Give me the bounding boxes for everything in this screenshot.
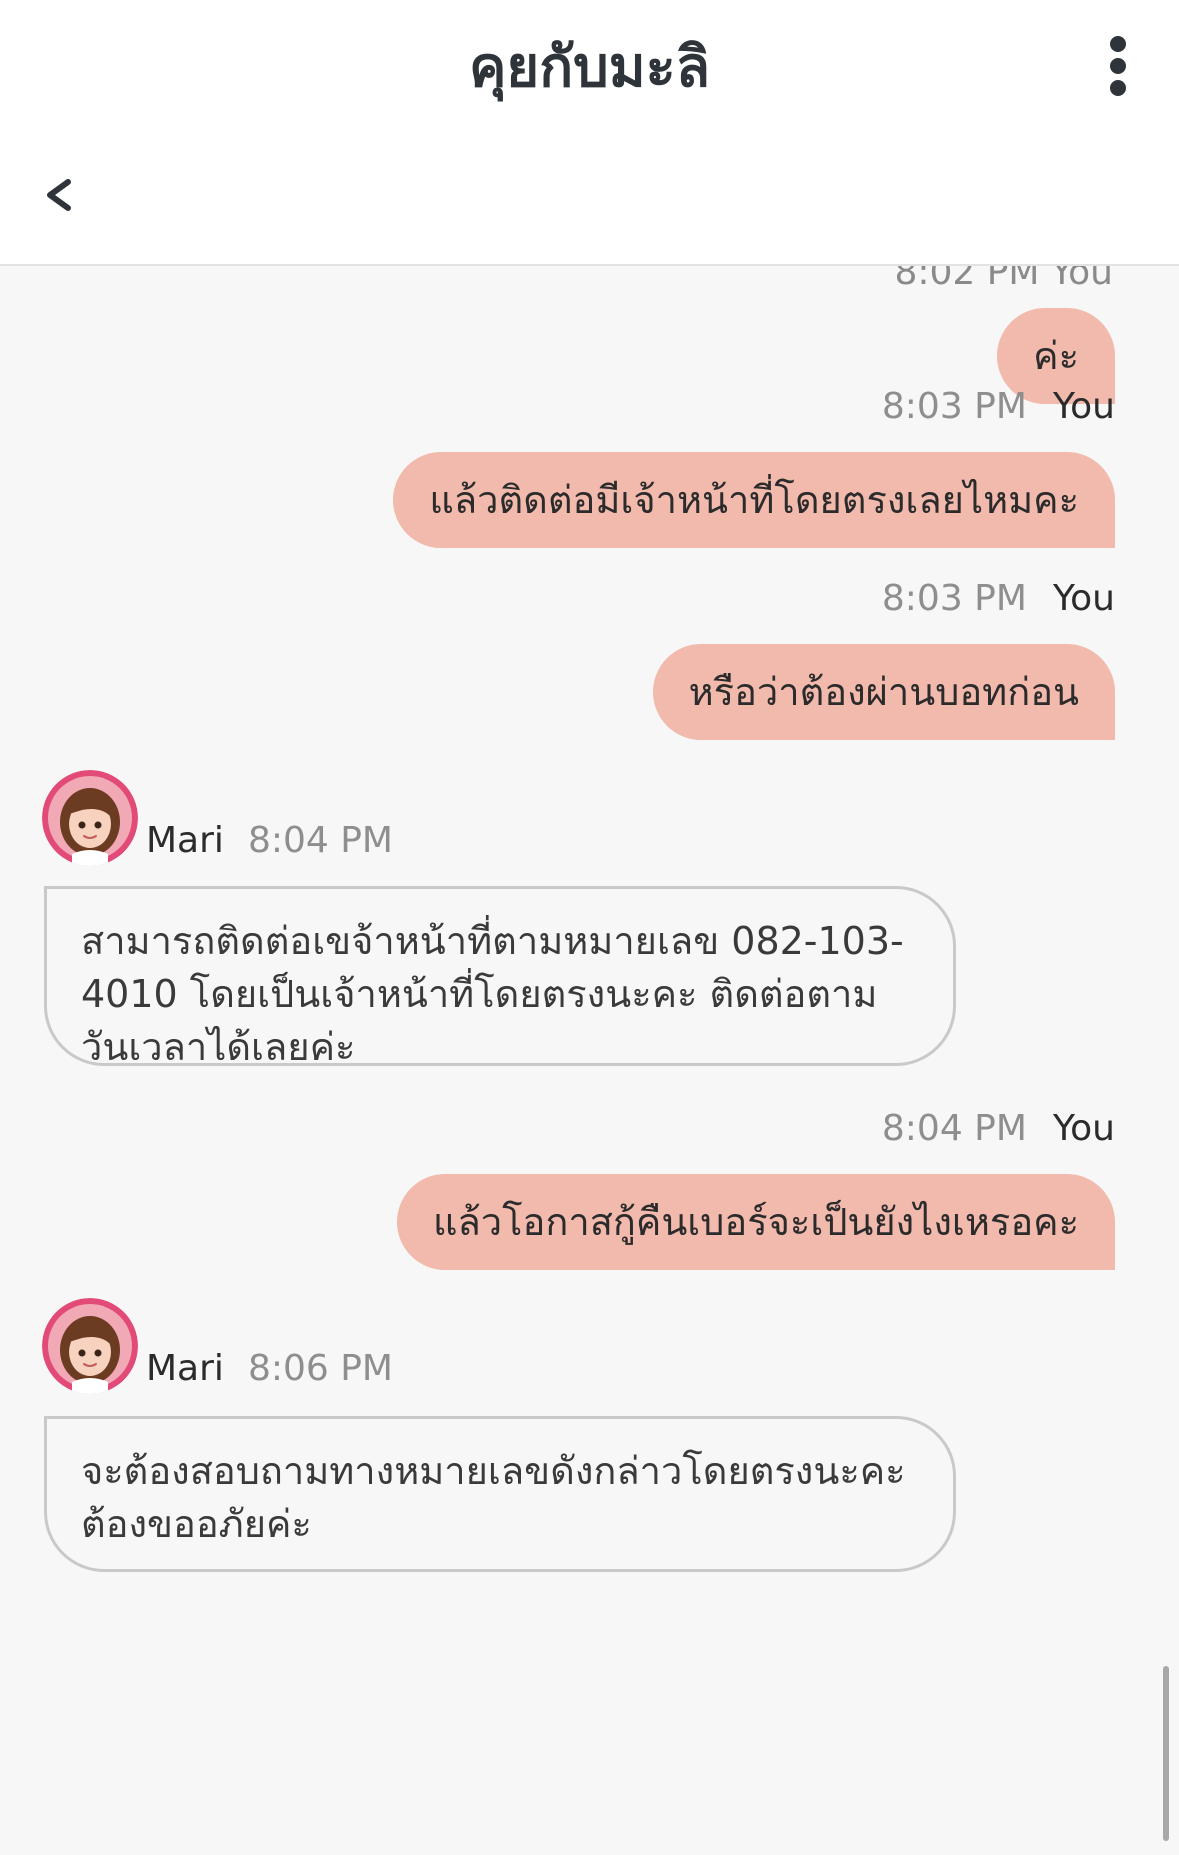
outgoing-message-bubble: หรือว่าต้องผ่านบอทก่อน — [652, 644, 1115, 740]
message-time: 8:04 PM — [881, 1108, 1027, 1149]
message-sender: Mari — [146, 1348, 224, 1389]
incoming-message-bubble: สามารถติดต่อเขจ้าหน้าที่ตามหมายเลข 082-1… — [44, 886, 956, 1069]
chat-thread[interactable]: 8:02 PM You ค่ะ 8:03 PM You แล้วติดต่อมี… — [0, 266, 1179, 1855]
message-meta: 8:03 PM You — [882, 386, 1115, 427]
message-time: 8:04 PM — [247, 820, 393, 861]
chevron-left-icon — [47, 179, 71, 211]
message-sender: You — [1052, 386, 1115, 427]
mari-avatar — [42, 1298, 138, 1394]
outgoing-message-bubble: แล้วติดต่อมีเจ้าหน้าที่โดยตรงเลยไหมคะ — [393, 452, 1115, 548]
message-sender: You — [1052, 578, 1115, 619]
incoming-message-bubble: จะต้องสอบถามทางหมายเลขดังกล่าวโดยตรงนะคะ… — [44, 1416, 956, 1572]
message-time: 8:03 PM — [881, 578, 1027, 619]
message-meta: 8:04 PM You — [882, 1108, 1115, 1149]
outgoing-message-bubble: แล้วโอกาสกู้คืนเบอร์จะเป็นยังไงเหรอคะ — [397, 1174, 1115, 1270]
message-meta-clipped: 8:02 PM You — [894, 266, 1113, 293]
kebab-menu-icon[interactable] — [1103, 36, 1133, 98]
scrollbar-thumb[interactable] — [1163, 1666, 1169, 1841]
back-button[interactable] — [40, 170, 84, 220]
mari-avatar — [42, 770, 138, 866]
app-header: คุยกับมะลิ — [0, 0, 1179, 266]
message-sender: You — [1052, 1108, 1115, 1149]
message-sender: Mari — [146, 820, 224, 861]
message-meta: 8:03 PM You — [882, 578, 1115, 619]
page-title: คุยกับมะลิ — [468, 35, 711, 100]
message-time: 8:03 PM — [881, 386, 1027, 427]
message-meta: Mari 8:04 PM — [146, 820, 393, 861]
message-time: 8:06 PM — [247, 1348, 393, 1389]
message-meta: Mari 8:06 PM — [146, 1348, 393, 1389]
